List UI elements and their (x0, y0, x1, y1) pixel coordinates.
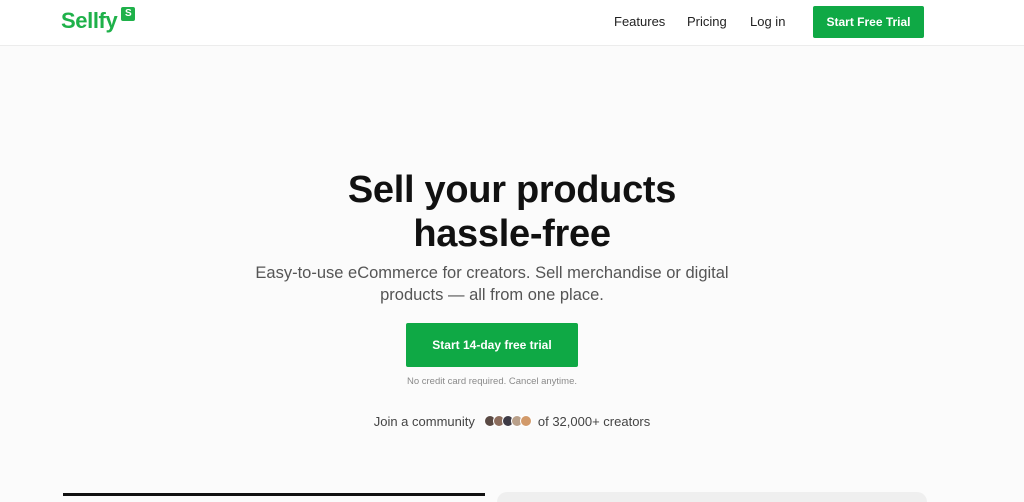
creator-avatars (483, 415, 532, 427)
hero-section: Sell your products hassle-free Easy-to-u… (0, 46, 1024, 502)
nav-link-pricing[interactable]: Pricing (687, 14, 727, 30)
hero-subtitle-line-2: products — all from one place. (380, 286, 604, 304)
hero-title: Sell your products hassle-free (212, 168, 812, 256)
community-suffix: of 32,000+ creators (537, 413, 651, 429)
avatar (519, 415, 532, 427)
start-14-day-trial-button[interactable]: Start 14-day free trial (406, 323, 578, 367)
logo-text: Sellfy (61, 8, 118, 33)
hero-title-line-1: Sell your products (347, 169, 677, 211)
hero-subtitle-line-1: Easy-to-use eCommerce for creators. Sell… (255, 264, 729, 282)
community-line: Join a community of 32,000+ creators (312, 412, 712, 430)
hero-title-line-2: hassle-free (413, 213, 611, 255)
site-header: Sellfy S Features Pricing Log in Start F… (0, 0, 1024, 46)
nav-link-features[interactable]: Features (614, 14, 665, 30)
logo-badge-icon: S (121, 7, 136, 21)
start-free-trial-button[interactable]: Start Free Trial (813, 6, 924, 38)
preview-panel-right-edge (497, 492, 927, 502)
no-credit-card-note: No credit card required. Cancel anytime. (406, 376, 578, 387)
hero-subtitle: Easy-to-use eCommerce for creators. Sell… (232, 262, 752, 306)
sellfy-logo[interactable]: Sellfy S (61, 6, 136, 36)
nav-link-login[interactable]: Log in (750, 14, 785, 30)
community-prefix: Join a community (373, 413, 475, 429)
